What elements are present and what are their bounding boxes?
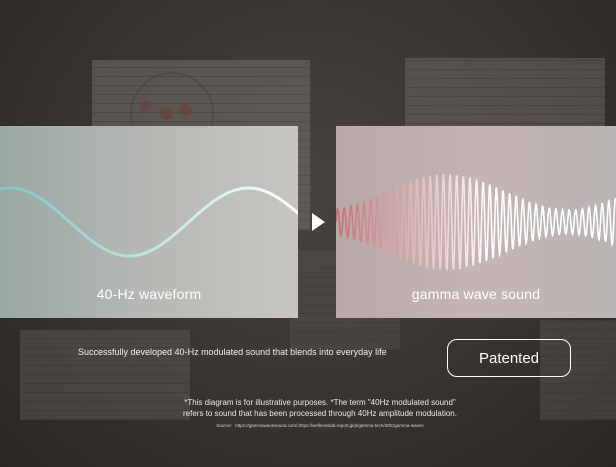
waveform-label: 40-Hz waveform <box>96 286 202 302</box>
footnote-line: *This diagram is for illustrative purpos… <box>184 398 456 407</box>
infographic: 40-Hz waveform gamma wave sound Successf… <box>0 0 616 467</box>
waveform-panel-right: gamma wave sound <box>336 126 616 318</box>
tagline: Successfully developed 40-Hz modulated s… <box>78 347 387 357</box>
footnotes: *This diagram is for illustrative purpos… <box>150 398 490 419</box>
waveform-panel-left: 40-Hz waveform <box>0 126 298 318</box>
patented-badge: Patented <box>447 339 571 377</box>
footnote-line: refers to sound that has been processed … <box>183 408 457 418</box>
source-text: Source：https://gammawavesound.com/;https… <box>216 423 424 428</box>
gamma-label: gamma wave sound <box>411 286 541 302</box>
play-arrow-icon <box>312 213 325 231</box>
